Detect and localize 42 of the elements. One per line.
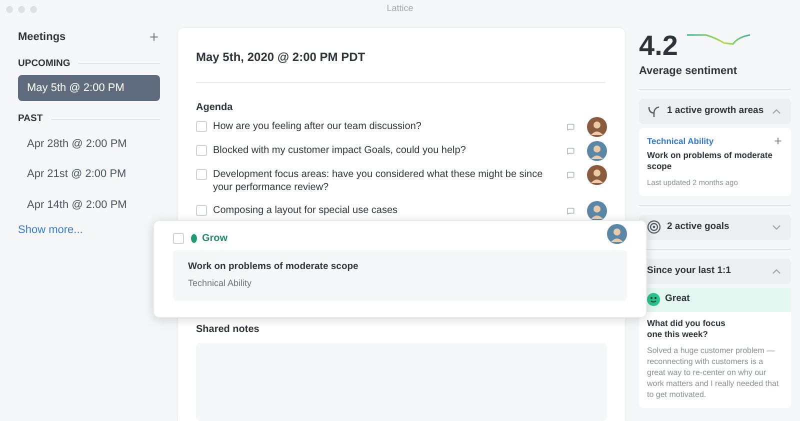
window-title: Lattice	[386, 2, 414, 16]
question-text: What did you focus one this week?	[646, 318, 726, 340]
sentiment-score: 4.2	[639, 32, 678, 60]
goal-title: Work on problems of moderate scope	[188, 260, 360, 274]
section-header[interactable]: 2 active goals	[639, 214, 791, 240]
meeting-title: May 5th, 2020 @ 2:00 PM PDT	[196, 49, 366, 66]
answer-text: Solved a huge customer problem — reconnecting with customers is a great way to re-center on why our work matters and I really needed that to get motivated.	[646, 344, 780, 400]
add-icon[interactable]	[772, 136, 783, 146]
agenda-item: Blocked with my customer impact Goals, could you help?	[213, 144, 467, 157]
agenda-label: Agenda	[196, 101, 234, 115]
meeting-item[interactable]: Apr 14th @ 2:00 PM	[18, 192, 160, 218]
sentiment-label: Average sentiment	[639, 64, 738, 79]
sidebar-title: Meetings	[18, 30, 66, 45]
add-icon[interactable]	[148, 31, 160, 44]
meeting-item[interactable]: Apr 21st @ 2:00 PM	[18, 161, 160, 188]
leaf-icon	[191, 234, 197, 243]
goal-area: Technical Ability	[188, 277, 612, 291]
meeting-item[interactable]: Apr 28th @ 2:00 PM	[18, 130, 160, 157]
target-icon	[647, 220, 661, 234]
section-label: PAST	[18, 112, 43, 126]
comment-icon[interactable]	[567, 207, 575, 215]
grow-tag: Grow	[202, 231, 228, 246]
agenda-item: How are you feeling after our team discussion?	[213, 120, 422, 133]
section-header[interactable]: 1 active growth areas	[639, 98, 791, 124]
area-link[interactable]: Technical Ability	[647, 134, 714, 148]
shared-notes-label: Shared notes	[196, 323, 260, 337]
avatar	[607, 224, 627, 244]
agenda-item: Composing a layout for special use cases	[213, 204, 399, 217]
sprout-icon	[647, 104, 661, 118]
checkbox[interactable]	[196, 121, 207, 132]
section-label: UPCOMING	[18, 56, 70, 70]
agenda-item: Development focus areas: have you considered what these might be since your performance review?	[213, 168, 544, 194]
meeting-item[interactable]: May 5th @ 2:00 PM	[18, 74, 160, 102]
checkbox[interactable]	[196, 145, 207, 156]
goal-text: Work on problems of moderate scope	[647, 150, 774, 172]
smiley-icon	[647, 293, 660, 306]
checkbox[interactable]	[173, 233, 184, 244]
comment-icon[interactable]	[567, 123, 575, 131]
comment-icon[interactable]	[567, 171, 575, 179]
comment-icon[interactable]	[567, 147, 575, 155]
checkbox[interactable]	[196, 205, 207, 216]
checkbox[interactable]	[196, 169, 207, 180]
